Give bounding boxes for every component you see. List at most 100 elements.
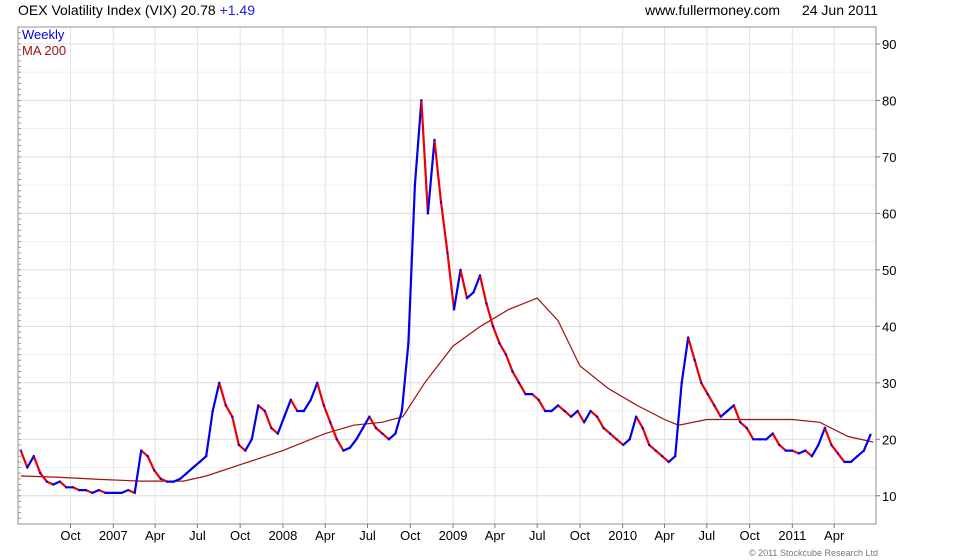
weekly-point	[52, 483, 55, 486]
weekly-point	[771, 432, 774, 435]
weekly-point	[179, 477, 182, 480]
weekly-point	[140, 449, 143, 452]
weekly-segment	[368, 415, 377, 430]
weekly-point	[719, 415, 722, 418]
weekly-segment	[485, 302, 495, 328]
weekly-point	[198, 460, 201, 464]
weekly-point	[628, 438, 631, 441]
weekly-segment	[257, 404, 266, 413]
weekly-point	[556, 404, 560, 407]
weekly-point	[687, 336, 690, 339]
weekly-point	[608, 432, 612, 435]
weekly-point	[446, 251, 449, 255]
weekly-point	[602, 426, 605, 430]
weekly-segment	[674, 381, 683, 458]
weekly-point	[524, 392, 527, 396]
weekly-point	[166, 480, 169, 483]
weekly-point	[784, 449, 787, 452]
weekly-segment	[289, 398, 299, 413]
weekly-segment	[823, 426, 833, 446]
weekly-segment	[680, 336, 690, 384]
y-tick-label: 70	[882, 150, 896, 165]
weekly-segment	[726, 404, 735, 413]
weekly-segment	[335, 438, 345, 452]
weekly-segment	[491, 325, 501, 345]
weekly-point	[582, 421, 586, 424]
weekly-segment	[39, 472, 48, 483]
weekly-segment	[622, 438, 631, 446]
x-tick-label: Oct	[400, 528, 421, 543]
weekly-segment	[394, 409, 403, 435]
weekly-point	[316, 381, 319, 384]
legend-weekly: Weekly	[22, 27, 65, 42]
weekly-point	[218, 381, 221, 384]
weekly-segment	[426, 138, 436, 215]
weekly-point	[26, 466, 29, 469]
weekly-segment	[231, 415, 240, 446]
weekly-point	[348, 446, 352, 449]
x-tick-label: Oct	[570, 528, 591, 543]
weekly-point	[335, 438, 338, 441]
weekly-segment	[563, 409, 573, 418]
weekly-segment	[628, 415, 638, 441]
y-axis: 10 20 30 40 50 60 70 80 90	[876, 37, 896, 504]
weekly-segment	[817, 426, 827, 446]
weekly-point	[283, 415, 286, 418]
weekly-segment	[355, 426, 364, 441]
plot-border	[17, 26, 877, 525]
legend: Weekly MA 200	[22, 27, 66, 58]
weekly-point	[849, 460, 853, 464]
weekly-segment	[263, 409, 273, 430]
weekly-point	[420, 99, 423, 102]
weekly-segment	[413, 99, 423, 187]
x-tick-label: 2009	[439, 528, 468, 543]
weekly-point	[843, 460, 846, 464]
weekly-point	[361, 426, 365, 430]
x-tick-label: Apr	[315, 528, 336, 543]
y-tick-label: 40	[882, 319, 896, 334]
weekly-segment	[836, 452, 846, 463]
weekly-point	[530, 392, 534, 396]
grid	[18, 27, 876, 524]
weekly-segment	[192, 460, 201, 469]
weekly-segment	[582, 409, 592, 424]
weekly-segment	[400, 342, 410, 413]
weekly-point	[65, 486, 68, 489]
weekly-segment	[856, 449, 866, 458]
x-axis: Oct 2007 Apr Jul Oct 2008 Apr Jul Oct 2009 Apr Jul O…	[60, 524, 845, 543]
weekly-point	[413, 183, 417, 187]
weekly-segment	[810, 443, 820, 458]
weekly-point	[39, 472, 42, 475]
weekly-segment	[205, 409, 214, 458]
weekly-point	[804, 449, 807, 452]
weekly-segment	[654, 449, 664, 458]
weekly-point	[439, 200, 443, 204]
weekly-segment	[498, 342, 508, 356]
weekly-segment	[374, 426, 384, 435]
weekly-point	[739, 421, 742, 424]
weekly-segment	[589, 409, 599, 418]
weekly-segment	[602, 426, 612, 435]
weekly-segment	[517, 381, 527, 396]
weekly-point	[654, 449, 657, 452]
weekly-point	[732, 404, 735, 407]
weekly-point	[127, 488, 130, 492]
weekly-segment	[302, 398, 312, 413]
x-tick-label: Apr	[145, 528, 166, 543]
weekly-point	[355, 438, 358, 441]
x-tick-label: Oct	[739, 528, 760, 543]
weekly-point	[407, 342, 410, 345]
weekly-point	[146, 455, 149, 458]
weekly-point	[706, 392, 709, 396]
weekly-segment	[244, 438, 253, 452]
weekly-point	[836, 452, 840, 455]
weekly-point	[758, 438, 761, 441]
weekly-point	[498, 342, 501, 345]
weekly-point	[433, 138, 436, 142]
weekly-point	[680, 381, 683, 384]
weekly-point	[543, 409, 547, 413]
weekly-segment	[179, 472, 188, 480]
weekly-segment	[381, 432, 390, 441]
y-tick-label: 20	[882, 432, 896, 447]
weekly-segment	[140, 449, 149, 458]
